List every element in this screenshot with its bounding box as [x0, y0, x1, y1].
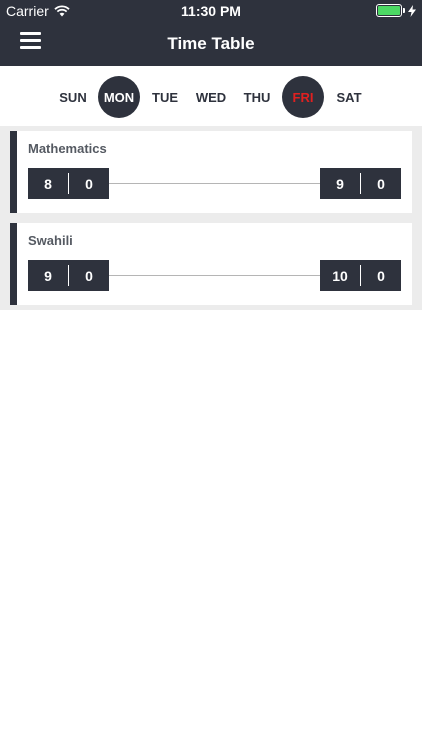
- start-minute: 0: [85, 175, 93, 192]
- start-time[interactable]: 9 0: [28, 260, 109, 291]
- battery-level: [378, 6, 400, 15]
- period-card-swahili[interactable]: Swahili 9 0 10 0: [10, 223, 412, 305]
- status-time: 11:30 PM: [181, 3, 241, 19]
- start-hour: 9: [44, 267, 52, 284]
- day-tab-sun[interactable]: SUN: [52, 76, 94, 118]
- timetable-list: Mathematics 8 0 9 0 Swahili 9 0 10 0: [0, 126, 422, 310]
- end-minute: 0: [377, 267, 385, 284]
- time-span-line: [109, 275, 320, 276]
- period-card-mathematics[interactable]: Mathematics 8 0 9 0: [10, 131, 412, 213]
- day-tab-mon[interactable]: MON: [98, 76, 140, 118]
- day-tab-tue[interactable]: TUE: [144, 76, 186, 118]
- day-tab-sat[interactable]: SAT: [328, 76, 370, 118]
- end-time[interactable]: 10 0: [320, 260, 401, 291]
- subject-name: Swahili: [28, 233, 73, 248]
- battery-tip: [403, 8, 405, 13]
- day-tab-wed[interactable]: WED: [190, 76, 232, 118]
- day-selector: SUN MON TUE WED THU FRI SAT: [0, 66, 422, 126]
- start-hour: 8: [44, 175, 52, 192]
- app-header: Carrier 11:30 PM Time Table: [0, 0, 422, 66]
- start-minute: 0: [85, 267, 93, 284]
- end-hour: 9: [336, 175, 344, 192]
- subject-name: Mathematics: [28, 141, 107, 156]
- end-time[interactable]: 9 0: [320, 168, 401, 199]
- end-hour: 10: [332, 267, 348, 284]
- page-title: Time Table: [167, 34, 255, 53]
- end-minute: 0: [377, 175, 385, 192]
- status-bar: Carrier 11:30 PM: [0, 0, 422, 22]
- battery-indicator: [376, 4, 416, 17]
- charging-bolt-icon: [408, 4, 416, 17]
- day-tab-fri[interactable]: FRI: [282, 76, 324, 118]
- time-span-line: [109, 183, 320, 184]
- battery-icon: [376, 4, 402, 17]
- start-time[interactable]: 8 0: [28, 168, 109, 199]
- day-tab-thu[interactable]: THU: [236, 76, 278, 118]
